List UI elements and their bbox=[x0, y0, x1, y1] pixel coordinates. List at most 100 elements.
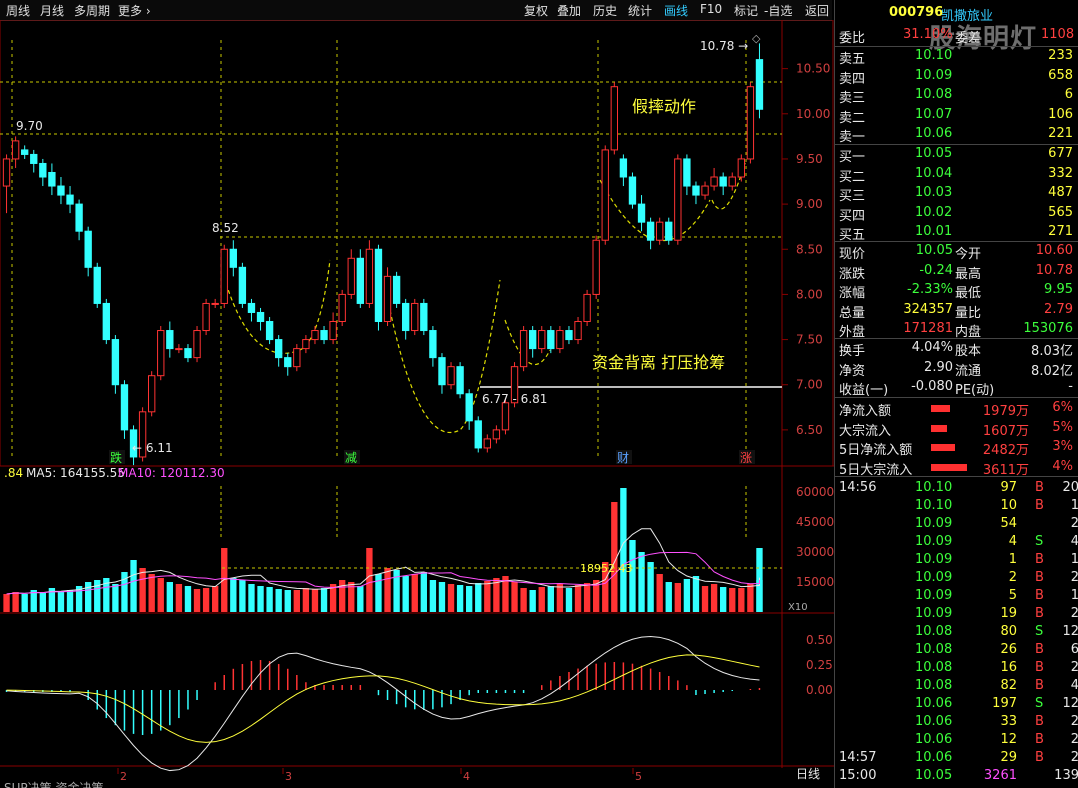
candle bbox=[737, 154, 745, 182]
candle bbox=[465, 389, 473, 430]
price-axis-label: 8.00 bbox=[796, 287, 823, 301]
volume-bar bbox=[656, 574, 663, 612]
tick-side: B bbox=[1035, 678, 1044, 693]
candle bbox=[211, 298, 219, 308]
volume-bar bbox=[710, 584, 718, 612]
tick-side: B bbox=[1035, 570, 1044, 585]
quote-value: 2.79 bbox=[1044, 301, 1073, 317]
volume-bar bbox=[456, 585, 464, 612]
candle bbox=[529, 326, 537, 358]
tick-row: 10.09 19 B 2 bbox=[835, 605, 1078, 624]
candle bbox=[120, 380, 129, 439]
tick-volume: 5 bbox=[1008, 588, 1017, 603]
level-price: 10.07 bbox=[915, 106, 953, 122]
quote-panel: 000796 凯撒旅业 股海明灯 委比 31.10% 委差 1108 卖五 10.… bbox=[834, 0, 1078, 788]
volume-bar bbox=[3, 594, 10, 612]
tick-volume: 12 bbox=[1000, 732, 1017, 747]
flow-row: 净流入额 1979万 6% bbox=[835, 399, 1078, 419]
button-adjust[interactable]: 复权 bbox=[524, 2, 548, 19]
candle bbox=[184, 344, 192, 363]
menu-more-label: 更多 bbox=[118, 4, 143, 18]
level-label: 8.52 bbox=[212, 221, 239, 235]
tick-row: 10.08 82 B 4 bbox=[835, 677, 1078, 696]
quote-label: 今开 bbox=[955, 247, 982, 262]
tab-monthly[interactable]: 月线 bbox=[40, 2, 64, 19]
candle bbox=[592, 235, 600, 299]
ma10-legend: MA10: 120112.30 bbox=[118, 466, 225, 480]
volume-bar bbox=[302, 588, 310, 612]
buy-level-row: 买二 10.04 332 bbox=[835, 165, 1078, 185]
candle bbox=[474, 416, 482, 453]
button-add-watch[interactable]: -自选 bbox=[764, 2, 792, 19]
quote-row: 涨幅 -2.33% 最低 9.95 bbox=[835, 281, 1078, 301]
flow-label: 5日净流入额 bbox=[839, 443, 913, 458]
macd-line bbox=[6, 635, 760, 772]
level-price: 10.06 bbox=[915, 126, 953, 141]
candle bbox=[438, 353, 446, 394]
tick-row: 15:00 10.05 3261 139 bbox=[835, 767, 1078, 786]
tab-multi-period[interactable]: 多周期 bbox=[74, 2, 110, 19]
volume-bar bbox=[411, 574, 418, 612]
tick-price: 10.08 bbox=[915, 624, 953, 639]
tick-volume: 16 bbox=[1000, 660, 1017, 675]
candle bbox=[728, 172, 736, 191]
button-stats[interactable]: 统计 bbox=[628, 2, 652, 19]
ma-legend-prefix: .84 bbox=[4, 466, 23, 480]
button-overlay[interactable]: 叠加 bbox=[557, 2, 581, 19]
quote-value: 153076 bbox=[1023, 321, 1073, 336]
sell-level-row: 卖三 10.08 6 bbox=[835, 86, 1078, 106]
candle bbox=[556, 326, 564, 354]
tick-row: 10.06 197 S 12 bbox=[835, 695, 1078, 714]
candle bbox=[48, 163, 56, 196]
sell-level-row: 卖一 10.06 221 bbox=[835, 125, 1078, 145]
tick-side: B bbox=[1035, 732, 1044, 747]
volume-bar bbox=[466, 586, 473, 612]
candle bbox=[746, 82, 755, 164]
quote-label: 涨跌 bbox=[839, 266, 866, 282]
volume-bar bbox=[692, 576, 700, 612]
tab-weekly[interactable]: 周线 bbox=[6, 2, 30, 19]
volume-bar bbox=[284, 590, 291, 612]
tick-count: 139 bbox=[1054, 768, 1078, 783]
volume-level-label: 18952.43 bbox=[580, 562, 633, 575]
volume-bar bbox=[21, 594, 28, 612]
tick-row: 10.09 4 S 4 bbox=[835, 533, 1078, 552]
button-draw[interactable]: 画线 bbox=[664, 2, 688, 19]
button-back[interactable]: 返回 bbox=[805, 2, 829, 19]
volume-bar bbox=[402, 576, 409, 612]
candle bbox=[229, 240, 237, 277]
tick-count: 2 bbox=[1070, 606, 1078, 621]
quote-value: 4.04% bbox=[911, 340, 953, 355]
tick-price: 10.10 bbox=[915, 498, 953, 513]
candle bbox=[111, 335, 120, 394]
volume-bar bbox=[565, 588, 573, 612]
quote-label: 最低 bbox=[955, 286, 982, 301]
button-f10[interactable]: F10 bbox=[700, 2, 722, 16]
level-label: 卖四 bbox=[839, 71, 866, 87]
tick-row: 10.08 80 S 12 bbox=[835, 623, 1078, 642]
volume-bar bbox=[665, 582, 672, 612]
price-axis-label: 7.50 bbox=[796, 333, 823, 347]
candle bbox=[392, 271, 401, 308]
volume-bar bbox=[375, 574, 382, 612]
tick-price: 10.08 bbox=[915, 660, 953, 675]
candle bbox=[284, 353, 292, 376]
period-label[interactable]: 日线 bbox=[796, 767, 820, 781]
price-axis-label: 10.00 bbox=[796, 107, 830, 121]
candle bbox=[447, 362, 455, 390]
level-price: 10.04 bbox=[915, 165, 953, 181]
tick-volume: 19 bbox=[1000, 606, 1017, 621]
candle bbox=[411, 298, 419, 336]
kline-chart[interactable]: 10.50 10.00 9.50 9.00 8.50 8.00 7.50 7.00 6.50 10… bbox=[0, 20, 834, 788]
button-mark[interactable]: 标记 bbox=[734, 2, 758, 19]
candle bbox=[683, 154, 691, 196]
quote-value: 8.03亿 bbox=[1031, 344, 1073, 359]
button-history[interactable]: 历史 bbox=[593, 2, 617, 19]
bottom-tabs[interactable]: SUP决策 资金决策 bbox=[4, 780, 103, 788]
volume-axis-label: 60000 bbox=[796, 485, 834, 499]
menu-more[interactable]: 更多 › bbox=[118, 2, 151, 19]
level-volume: 658 bbox=[1048, 67, 1073, 83]
date-axis-label: 4 bbox=[463, 770, 470, 783]
tick-side: B bbox=[1035, 498, 1044, 513]
tick-volume: 82 bbox=[1000, 678, 1017, 693]
